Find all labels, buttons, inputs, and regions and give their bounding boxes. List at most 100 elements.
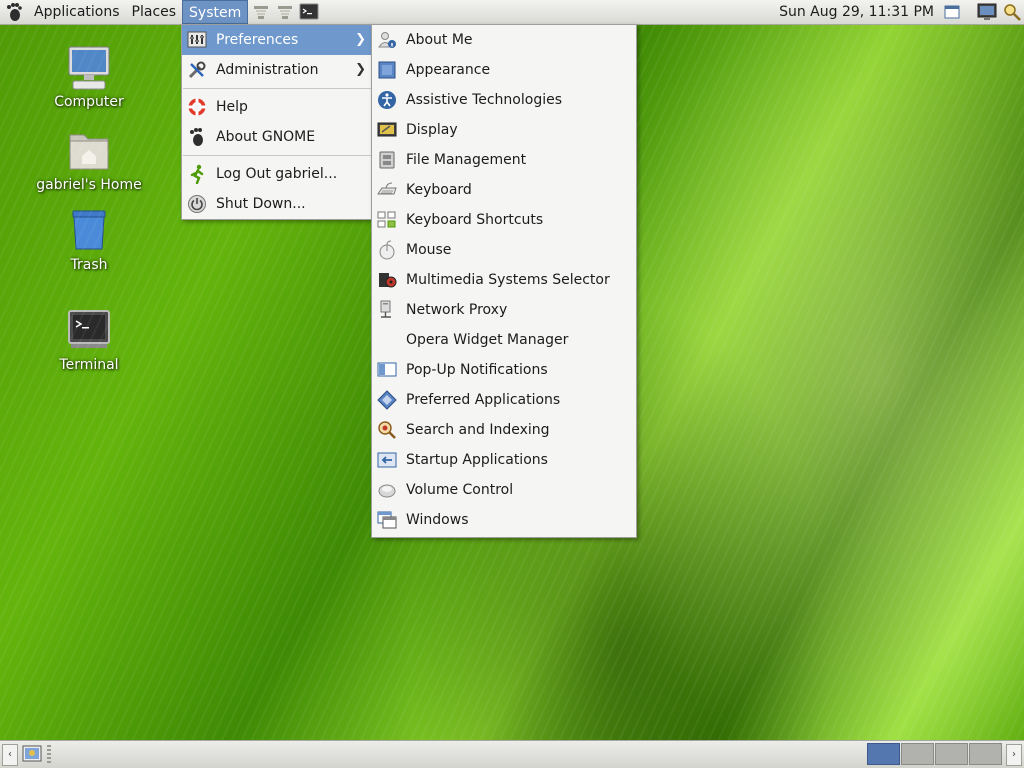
home-folder-icon <box>65 127 113 175</box>
preferences-icon <box>187 30 207 50</box>
system-dropdown-menu: Preferences ❯ Administration ❯ Help Abou… <box>181 24 373 220</box>
logout-icon <box>187 164 207 185</box>
menu-item-label: Network Proxy <box>406 302 508 318</box>
computer-icon <box>65 44 113 92</box>
menu-item-appearance[interactable]: Appearance <box>372 55 636 85</box>
workspace-3[interactable] <box>935 743 968 765</box>
administration-icon <box>187 60 207 80</box>
menu-item-mouse[interactable]: Mouse <box>372 235 636 265</box>
menu-item-label: Multimedia Systems Selector <box>406 272 610 288</box>
network-proxy-icon <box>377 300 397 320</box>
menu-separator <box>183 88 371 89</box>
network-monitor-icon[interactable] <box>977 2 997 22</box>
top-panel: Applications Places System Sun Aug 29, 1… <box>0 0 1024 25</box>
menu-item-label: Mouse <box>406 242 452 258</box>
menu-item-label: Pop-Up Notifications <box>406 362 548 378</box>
keyboard-icon <box>377 180 397 200</box>
mouse-icon <box>377 240 397 260</box>
menu-item-label: Appearance <box>406 62 491 78</box>
window-list-icon[interactable] <box>942 2 962 22</box>
preferences-submenu: About Me Appearance Assistive Technologi… <box>371 24 637 538</box>
desktop-icon-label: Terminal <box>59 357 119 373</box>
menu-item-volume-control[interactable]: Volume Control <box>372 475 636 505</box>
clock[interactable]: Sun Aug 29, 11:31 PM <box>779 0 934 24</box>
menu-separator <box>183 155 371 156</box>
panel-handle[interactable] <box>47 745 51 763</box>
about-me-icon <box>377 30 397 50</box>
places-menu[interactable]: Places <box>126 0 183 24</box>
keyboard-shortcuts-icon <box>377 210 397 230</box>
menu-item-label: Startup Applications <box>406 452 548 468</box>
workspace-4[interactable] <box>969 743 1002 765</box>
menu-item-label: Assistive Technologies <box>406 92 563 108</box>
menu-item-about-gnome[interactable]: About GNOME <box>182 122 372 152</box>
notifications-icon <box>377 360 397 380</box>
menu-item-multimedia-systems-selector[interactable]: Multimedia Systems Selector <box>372 265 636 295</box>
menu-item-shut-down[interactable]: Shut Down... <box>182 189 372 219</box>
menu-item-file-management[interactable]: File Management <box>372 145 636 175</box>
bottom-panel: ‹ › <box>0 740 1024 768</box>
menu-item-pop-up-notifications[interactable]: Pop-Up Notifications <box>372 355 636 385</box>
windows-icon <box>377 510 397 530</box>
desktop-icon-label: gabriel's Home <box>36 177 142 193</box>
menu-item-network-proxy[interactable]: Network Proxy <box>372 295 636 325</box>
menu-item-label: Preferences <box>216 32 299 48</box>
volume-icon <box>377 480 397 500</box>
menu-item-search-and-indexing[interactable]: Search and Indexing <box>372 415 636 445</box>
home-desktop-icon[interactable]: gabriel's Home <box>34 127 144 193</box>
menu-item-opera-widget-manager[interactable]: Opera Widget Manager <box>372 325 636 355</box>
chevron-left-icon[interactable]: ‹ <box>2 744 18 766</box>
multimedia-icon <box>377 270 397 290</box>
menu-item-label: About GNOME <box>216 129 316 145</box>
launcher-b-icon[interactable] <box>274 1 296 23</box>
menu-item-label: Shut Down... <box>216 196 306 212</box>
show-desktop-icon[interactable] <box>22 744 42 764</box>
menu-item-label: File Management <box>406 152 527 168</box>
menu-item-administration[interactable]: Administration ❯ <box>182 55 372 85</box>
shutdown-icon <box>187 194 207 214</box>
desktop-icon-label: Computer <box>54 94 124 110</box>
display-icon <box>377 120 397 140</box>
chevron-right-icon[interactable]: › <box>1006 744 1022 766</box>
search-icon[interactable] <box>1002 2 1022 22</box>
computer-desktop-icon[interactable]: Computer <box>34 44 144 110</box>
search-indexing-icon <box>377 420 397 440</box>
desktop[interactable]: Applications Places System Sun Aug 29, 1… <box>0 0 1024 768</box>
terminal-desktop-icon[interactable]: Terminal <box>34 307 144 373</box>
menu-item-label: Display <box>406 122 458 138</box>
menu-item-label: Preferred Applications <box>406 392 561 408</box>
menu-item-label: Log Out gabriel... <box>216 166 338 182</box>
menu-item-help[interactable]: Help <box>182 92 372 122</box>
menu-item-label: About Me <box>406 32 473 48</box>
menu-item-label: Windows <box>406 512 469 528</box>
terminal-launcher-icon[interactable] <box>298 1 320 23</box>
menu-item-label: Opera Widget Manager <box>406 332 569 348</box>
menu-item-label: Keyboard <box>406 182 472 198</box>
menu-item-label: Administration <box>216 62 319 78</box>
appearance-icon <box>377 60 397 80</box>
launcher-a-icon[interactable] <box>250 1 272 23</box>
menu-item-keyboard[interactable]: Keyboard <box>372 175 636 205</box>
menu-item-assistive-technologies[interactable]: Assistive Technologies <box>372 85 636 115</box>
workspace-2[interactable] <box>901 743 934 765</box>
trash-desktop-icon[interactable]: Trash <box>34 207 144 273</box>
preferred-apps-icon <box>377 390 397 410</box>
menu-item-startup-applications[interactable]: Startup Applications <box>372 445 636 475</box>
menu-item-about-me[interactable]: About Me <box>372 25 636 55</box>
menu-item-preferences[interactable]: Preferences ❯ <box>182 25 372 55</box>
system-menu[interactable]: System <box>182 0 249 24</box>
gnome-foot-icon[interactable] <box>0 0 28 24</box>
startup-icon <box>377 450 397 470</box>
menu-item-windows[interactable]: Windows <box>372 505 636 535</box>
menu-item-keyboard-shortcuts[interactable]: Keyboard Shortcuts <box>372 205 636 235</box>
workspace-1[interactable] <box>867 743 900 765</box>
menu-item-preferred-applications[interactable]: Preferred Applications <box>372 385 636 415</box>
menu-item-log-out[interactable]: Log Out gabriel... <box>182 159 372 189</box>
applications-menu[interactable]: Applications <box>28 0 126 24</box>
terminal-icon <box>65 307 113 355</box>
menu-item-label: Volume Control <box>406 482 514 498</box>
menu-item-label: Help <box>216 99 248 115</box>
trash-icon <box>65 207 113 255</box>
menu-item-label: Search and Indexing <box>406 422 550 438</box>
menu-item-display[interactable]: Display <box>372 115 636 145</box>
